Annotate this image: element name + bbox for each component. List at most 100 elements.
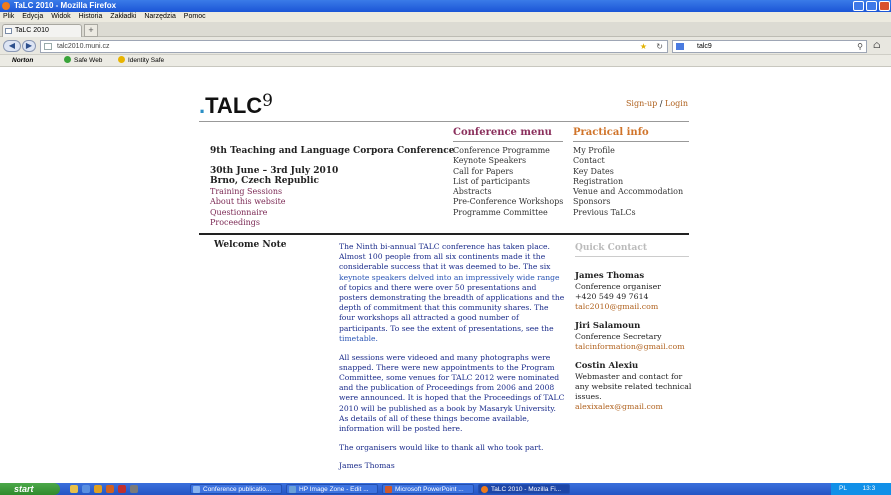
conf-menu-call[interactable]: Call for Papers xyxy=(453,167,563,177)
p1-line: posters demonstrating the breadth of app… xyxy=(339,293,565,303)
link-about[interactable]: About this website xyxy=(210,197,286,207)
p2-line: were announced. It is hoped that the Pro… xyxy=(339,393,565,403)
new-tab-button[interactable]: + xyxy=(84,24,98,37)
home-icon[interactable]: ⌂ xyxy=(873,40,881,51)
conference-menu-heading: Conference menu xyxy=(453,127,552,138)
taskbar-button[interactable]: Microsoft PowerPoint ... xyxy=(382,484,474,494)
safe-web-button[interactable]: Safe Web xyxy=(64,55,102,67)
menu-history[interactable]: Historia xyxy=(79,13,103,20)
contact-name: James Thomas xyxy=(575,271,645,281)
search-text: talc9 xyxy=(697,43,712,50)
link-training[interactable]: Training Sessions xyxy=(210,187,286,197)
conference-menu: Conference Programme Keynote Speakers Ca… xyxy=(453,146,563,218)
system-tray: PL 13:3 xyxy=(831,483,891,495)
practical-dates[interactable]: Key Dates xyxy=(573,167,683,177)
conf-menu-keynote[interactable]: Keynote Speakers xyxy=(453,156,563,166)
signup-link[interactable]: Sign-up xyxy=(626,99,657,108)
browser-tab[interactable]: TaLC 2010 xyxy=(2,24,82,37)
practical-venue[interactable]: Venue and Accommodation xyxy=(573,187,683,197)
identity-safe-button[interactable]: Identity Safe xyxy=(118,55,164,67)
contact-name: Costin Alexiu xyxy=(575,361,639,371)
contact-phone: +420 549 49 7614 xyxy=(575,292,649,301)
menu-edit[interactable]: Edycja xyxy=(22,13,43,20)
taskbar-button[interactable]: Conference publicatio... xyxy=(190,484,282,494)
firefox-icon xyxy=(481,486,488,493)
minimize-button[interactable] xyxy=(853,1,864,11)
practical-sponsors[interactable]: Sponsors xyxy=(573,197,683,207)
menu-tools[interactable]: Narzędzia xyxy=(144,13,176,20)
p1-line: four workshops all attracted a good numb… xyxy=(339,313,519,323)
login-link[interactable]: Login xyxy=(665,99,688,108)
keynote-link[interactable]: keynote speakers delved into an impressi… xyxy=(339,273,560,282)
close-button[interactable] xyxy=(879,1,890,11)
practical-info-divider xyxy=(573,141,689,142)
p2-line: All sessions were videoed and many photo… xyxy=(339,352,551,362)
conf-menu-participants[interactable]: List of participants xyxy=(453,177,563,187)
menu-bar: Plik Edycja Widok Historia Zakładki Narz… xyxy=(0,12,891,22)
conf-menu-programme[interactable]: Conference Programme xyxy=(453,146,563,156)
contact-email-link[interactable]: talcinformation@gmail.com xyxy=(575,342,695,352)
quicklaunch-icon[interactable] xyxy=(118,485,126,493)
conf-menu-abstracts[interactable]: Abstracts xyxy=(453,187,563,197)
practical-registration[interactable]: Registration xyxy=(573,177,683,187)
reload-icon[interactable]: ↻ xyxy=(656,41,663,52)
p2-line: As details of all of these things become… xyxy=(339,413,530,423)
practical-profile[interactable]: My Profile xyxy=(573,146,683,156)
maximize-button[interactable] xyxy=(866,1,877,11)
url-bar[interactable]: talc2010.muni.cz ★ ↻ xyxy=(40,40,668,53)
language-indicator[interactable]: PL xyxy=(839,485,847,492)
quicklaunch-icon[interactable] xyxy=(70,485,78,493)
search-box[interactable]: talc9 ⚲ xyxy=(672,40,867,53)
p2-line: and the publication of Proceedings from … xyxy=(339,383,555,393)
window-titlebar[interactable]: TaLC 2010 - Mozilla Firefox xyxy=(0,0,891,12)
logo-superscript: 9 xyxy=(262,91,273,111)
taskbar-button-label: Conference publicatio... xyxy=(203,486,272,493)
menu-view[interactable]: Widok xyxy=(51,13,70,20)
p2-line: information will be posted here. xyxy=(339,423,463,433)
back-arrow-icon[interactable]: ◀ xyxy=(3,40,21,52)
contact-role: Conference organiser xyxy=(575,282,661,291)
taskbar-button[interactable]: HP Image Zone - Edit ... xyxy=(286,484,378,494)
p1-line: The Ninth bi-annual TALC conference has … xyxy=(339,242,550,251)
taskbar-button-label: Microsoft PowerPoint ... xyxy=(395,486,464,493)
link-proceedings[interactable]: Proceedings xyxy=(210,218,286,228)
url-text: talc2010.muni.cz xyxy=(57,43,110,50)
conf-menu-committee[interactable]: Programme Committee xyxy=(453,208,563,218)
p2-line: snapped. There were new appointments to … xyxy=(339,362,555,372)
practical-contact[interactable]: Contact xyxy=(573,156,683,166)
firefox-icon xyxy=(2,2,10,10)
quick-contact-heading: Quick Contact xyxy=(575,243,647,253)
link-questionnaire[interactable]: Questionnaire xyxy=(210,208,286,218)
bookmark-star-icon[interactable]: ★ xyxy=(640,41,647,52)
quicklaunch-icon[interactable] xyxy=(94,485,102,493)
search-engine-icon[interactable] xyxy=(676,43,684,50)
contact-email-link[interactable]: alexixalex@gmail.com xyxy=(575,402,695,412)
timetable-link[interactable]: timetable. xyxy=(339,334,378,343)
contact-email-link[interactable]: talc2010@gmail.com xyxy=(575,302,695,312)
conf-menu-workshops[interactable]: Pre-Conference Workshops xyxy=(453,197,563,207)
practical-previous[interactable]: Previous TaLCs xyxy=(573,208,683,218)
taskbar-button[interactable]: TaLC 2010 - Mozilla Fi... xyxy=(478,484,570,494)
menu-help[interactable]: Pomoc xyxy=(184,13,206,20)
talc-logo[interactable]: .TALC9 xyxy=(199,91,273,119)
contact-name: Jiri Salamoun xyxy=(575,321,641,331)
contact-role: Webmaster and contact for xyxy=(575,372,683,381)
norton-button[interactable]: Norton xyxy=(12,55,33,67)
quicklaunch-icon[interactable] xyxy=(130,485,138,493)
contact-card: James Thomas Conference organiser +420 5… xyxy=(575,271,695,312)
contact-role: issues. xyxy=(575,392,602,401)
start-button[interactable]: start xyxy=(0,483,60,495)
quicklaunch-icon[interactable] xyxy=(82,485,90,493)
page-content: .TALC9 Sign-up / Login Conference menu C… xyxy=(0,67,891,483)
start-label: start xyxy=(14,484,34,494)
menu-file[interactable]: Plik xyxy=(3,13,14,20)
p1-line: Almost 100 people from all six continent… xyxy=(339,252,546,262)
search-icon[interactable]: ⚲ xyxy=(857,41,863,52)
menu-bookmarks[interactable]: Zakładki xyxy=(110,13,136,20)
p1-line: participants. To see the extent of prese… xyxy=(339,323,554,333)
identity-safe-icon xyxy=(118,56,125,63)
paragraph-1: The Ninth bi-annual TALC conference has … xyxy=(339,242,598,344)
forward-arrow-icon[interactable]: ▶ xyxy=(22,40,36,52)
quicklaunch-icon[interactable] xyxy=(106,485,114,493)
p2-line: 2010 will be published as a book by Masa… xyxy=(339,403,556,413)
